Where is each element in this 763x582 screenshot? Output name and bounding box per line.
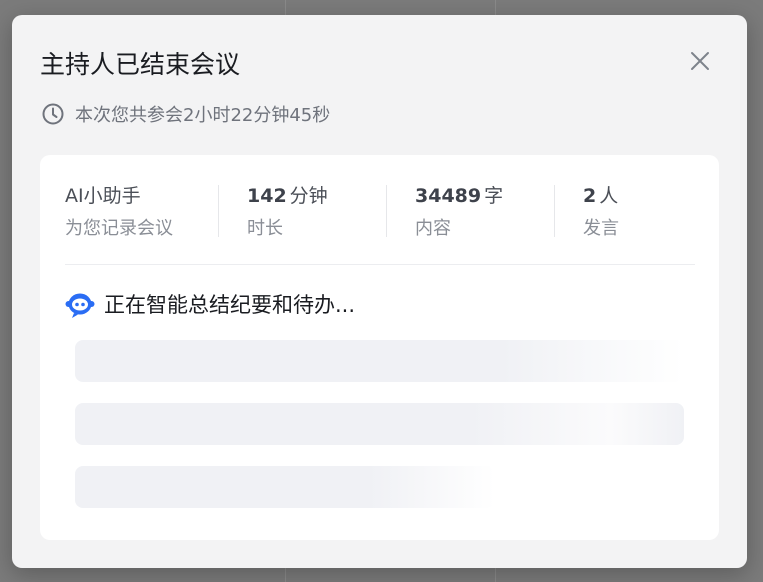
- clock-icon: [41, 102, 65, 126]
- summary-status: 正在智能总结纪要和待办...: [65, 288, 355, 320]
- dialog-title: 主持人已结束会议: [40, 50, 241, 79]
- attendance-duration: 本次您共参会2小时22分钟45秒: [41, 101, 330, 127]
- stat-value: 34489: [415, 185, 482, 207]
- ai-bot-icon: [65, 289, 95, 319]
- stat-content: 34489 字 内容: [415, 182, 503, 243]
- loading-skeleton-line: [75, 340, 684, 382]
- stat-value: 2: [583, 185, 597, 207]
- loading-skeleton-line: [75, 466, 495, 508]
- meeting-stats: AI小助手 为您记录会议 142 分钟 时长 34489 字 内容 2人 发言: [40, 155, 719, 265]
- stat-title: AI小助手: [65, 185, 141, 207]
- summary-card: AI小助手 为您记录会议 142分钟 时长 34489字 内容 2人 发言: [40, 155, 719, 540]
- stat-unit: 人: [599, 185, 619, 207]
- stat-label: 内容: [415, 218, 451, 239]
- section-divider: [65, 264, 695, 265]
- stat-value: 142: [247, 185, 287, 207]
- stat-duration: 142 分钟 时长: [247, 182, 328, 243]
- summary-status-text: 正在智能总结纪要和待办...: [104, 293, 356, 317]
- stat-divider: [386, 185, 387, 237]
- stat-divider: [554, 185, 555, 237]
- close-icon: [691, 52, 709, 70]
- close-button[interactable]: [688, 49, 712, 73]
- stat-ai-assistant: AI小助手 为您记录会议: [65, 182, 173, 243]
- meeting-ended-dialog: 主持人已结束会议 本次您共参会2小时22分钟45秒 AI小助手 为您记录会议 1…: [12, 15, 747, 568]
- loading-skeleton-line: [75, 403, 684, 445]
- stat-label: 发言: [583, 218, 619, 239]
- stat-divider: [218, 185, 219, 237]
- stat-unit: 字: [484, 185, 504, 207]
- stat-label: 时长: [247, 218, 283, 239]
- stat-speakers: 2人 发言: [583, 182, 619, 243]
- stat-unit: 分钟: [289, 185, 328, 207]
- duration-text: 本次您共参会2小时22分钟45秒: [75, 105, 331, 126]
- stat-label: 为您记录会议: [65, 218, 173, 239]
